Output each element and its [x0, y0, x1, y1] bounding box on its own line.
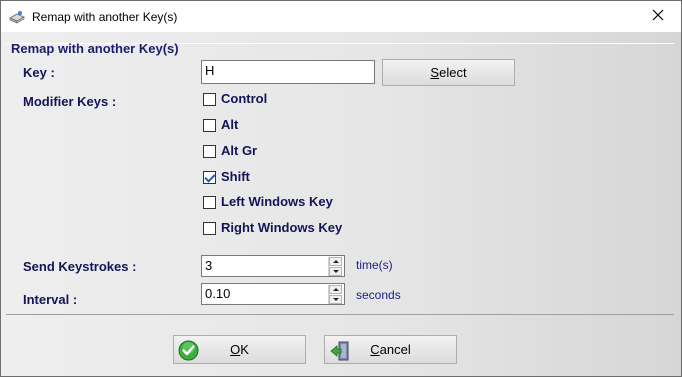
interval-spin-buttons: [328, 285, 342, 304]
alt-checkbox[interactable]: [203, 119, 216, 132]
title-bar: Remap with another Key(s): [1, 1, 681, 32]
key-label: Key :: [23, 65, 55, 80]
send-keystrokes-value[interactable]: 3: [205, 258, 212, 273]
check-circle-icon: [178, 340, 199, 364]
spin-up-arrow-icon[interactable]: [329, 257, 342, 266]
right-windows-key-checkbox[interactable]: [203, 222, 216, 235]
select-button[interactable]: Select: [382, 59, 515, 86]
interval-value[interactable]: 0.10: [205, 286, 230, 301]
ok-button-label: K: [240, 342, 249, 357]
spin-down-arrow-icon[interactable]: [329, 295, 342, 304]
interval-unit: seconds: [356, 288, 401, 302]
cancel-button-mnemonic: C: [370, 342, 380, 357]
interval-label: Interval :: [23, 292, 78, 307]
ok-button-mnemonic: O: [230, 342, 241, 357]
ok-button[interactable]: OK: [173, 335, 306, 364]
send-keystrokes-label: Send Keystrokes :: [23, 259, 137, 274]
select-button-mnemonic: S: [430, 65, 440, 80]
keyboard-app-icon: [9, 9, 25, 25]
cancel-button-label: ancel: [379, 342, 411, 357]
shift-checkbox[interactable]: [203, 171, 216, 184]
control-label[interactable]: Control: [221, 91, 267, 106]
dialog-content: Remap with another Key(s) Key : H Select…: [1, 32, 681, 376]
dialog-window: Remap with another Key(s) Remap with ano…: [0, 0, 682, 377]
group-title: Remap with another Key(s): [11, 41, 179, 56]
shift-label[interactable]: Shift: [221, 169, 250, 184]
modifier-keys-label: Modifier Keys :: [23, 94, 117, 109]
spin-down-arrow-icon[interactable]: [329, 267, 342, 276]
close-icon: [652, 8, 664, 26]
left-windows-key-checkbox[interactable]: [203, 196, 216, 209]
cancel-button[interactable]: Cancel: [324, 335, 457, 364]
send-keystrokes-unit: time(s): [356, 258, 393, 272]
close-button[interactable]: [635, 1, 681, 32]
alt-label[interactable]: Alt: [221, 117, 238, 132]
send-keystrokes-spinner[interactable]: 3: [201, 255, 345, 277]
left-windows-key-label[interactable]: Left Windows Key: [221, 194, 333, 209]
select-button-label: elect: [439, 65, 467, 80]
window-title: Remap with another Key(s): [32, 10, 178, 24]
send-keystrokes-spin-buttons: [328, 257, 342, 276]
alt-gr-checkbox[interactable]: [203, 145, 216, 158]
key-input[interactable]: H: [201, 60, 375, 84]
right-windows-key-label[interactable]: Right Windows Key: [221, 220, 342, 235]
control-checkbox[interactable]: [203, 93, 216, 106]
exit-door-icon: [329, 340, 351, 365]
interval-spinner[interactable]: 0.10: [201, 283, 345, 305]
alt-gr-label[interactable]: Alt Gr: [221, 143, 257, 158]
spin-up-arrow-icon[interactable]: [329, 285, 342, 294]
